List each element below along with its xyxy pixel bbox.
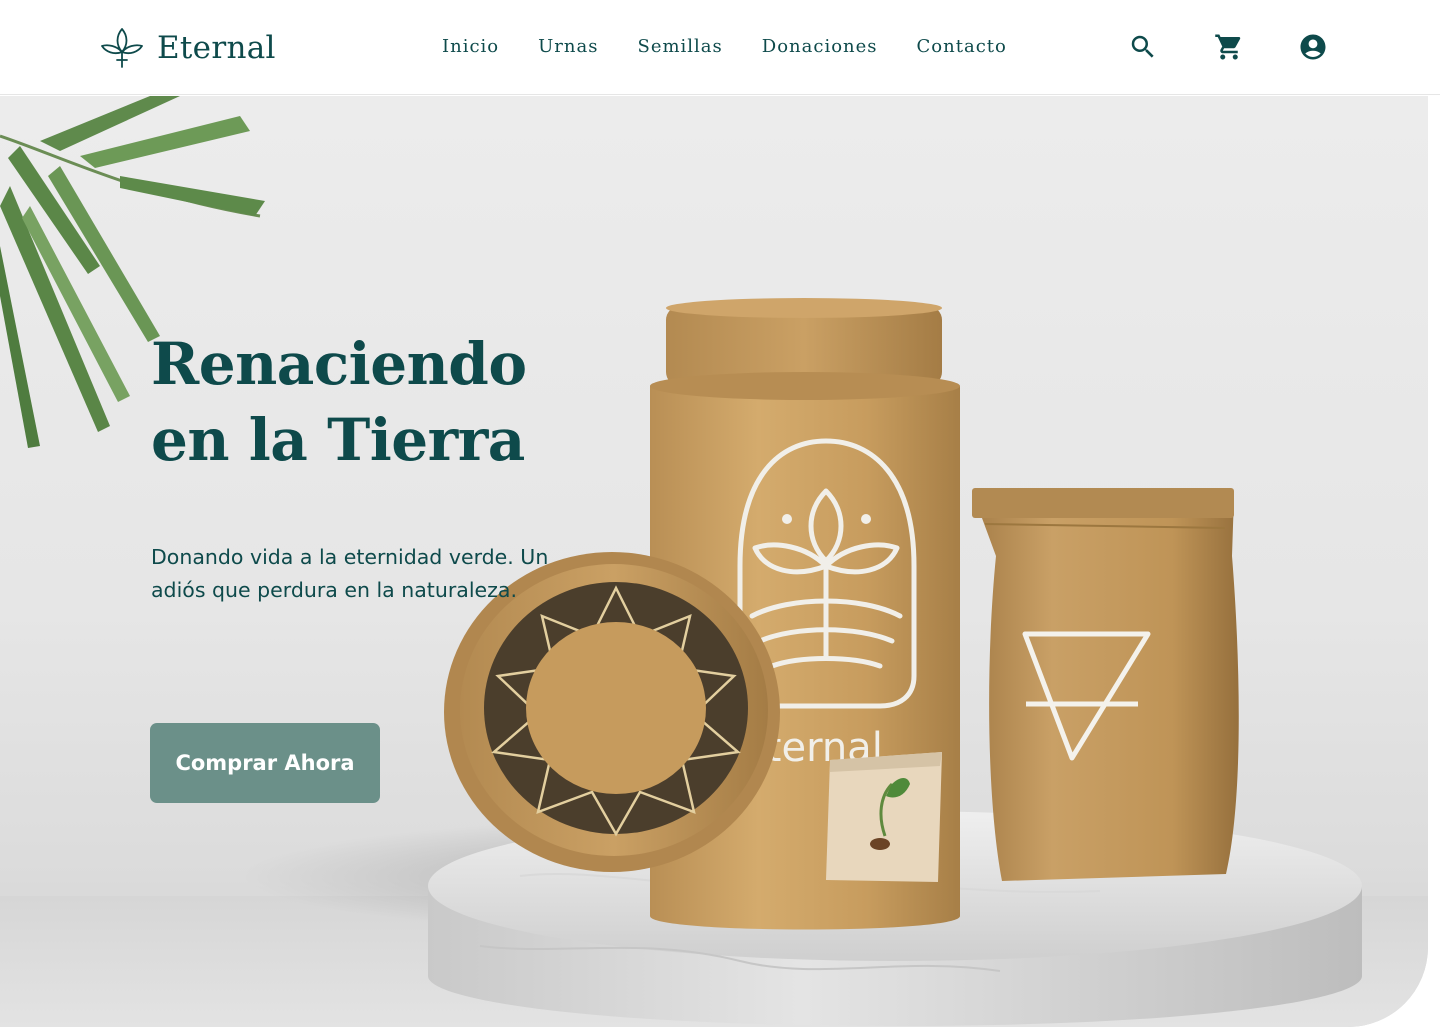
main-nav: Inicio Urnas Semillas Donaciones Contact… [442,33,1007,61]
search-button[interactable] [1127,31,1159,63]
buy-now-button[interactable]: Comprar Ahora [150,723,380,803]
nav-item-urnas[interactable]: Urnas [538,33,598,61]
cart-button[interactable] [1213,31,1245,63]
cart-icon [1215,34,1241,60]
nav-item-semillas[interactable]: Semillas [637,33,722,61]
hero-section: eternal Renaciendo en la Tierra Donando … [0,96,1440,1027]
hero-subtitle: Donando vida a la eternidad verde. Un ad… [151,545,549,602]
brand-name: Eternal [157,30,276,66]
hero-title-line2: en la Tierra [151,406,525,474]
search-icon [1131,35,1154,58]
hero-title: Renaciendo en la Tierra [151,326,671,478]
brand-logo-link[interactable]: Eternal [99,26,276,70]
hero-title-line1: Renaciendo [151,330,527,398]
nav-item-contacto[interactable]: Contacto [917,33,1007,61]
account-button[interactable] [1297,31,1329,63]
account-icon [1300,34,1326,60]
site-header: Eternal Inicio Urnas Semillas Donaciones… [0,0,1440,95]
lotus-leaf-icon [101,28,143,68]
seed-sachet [826,752,942,882]
nav-item-inicio[interactable]: Inicio [442,33,499,61]
nav-item-donaciones[interactable]: Donaciones [762,33,878,61]
hero-background: eternal Renaciendo en la Tierra Donando … [0,96,1428,1027]
seed-pouch [972,488,1239,881]
